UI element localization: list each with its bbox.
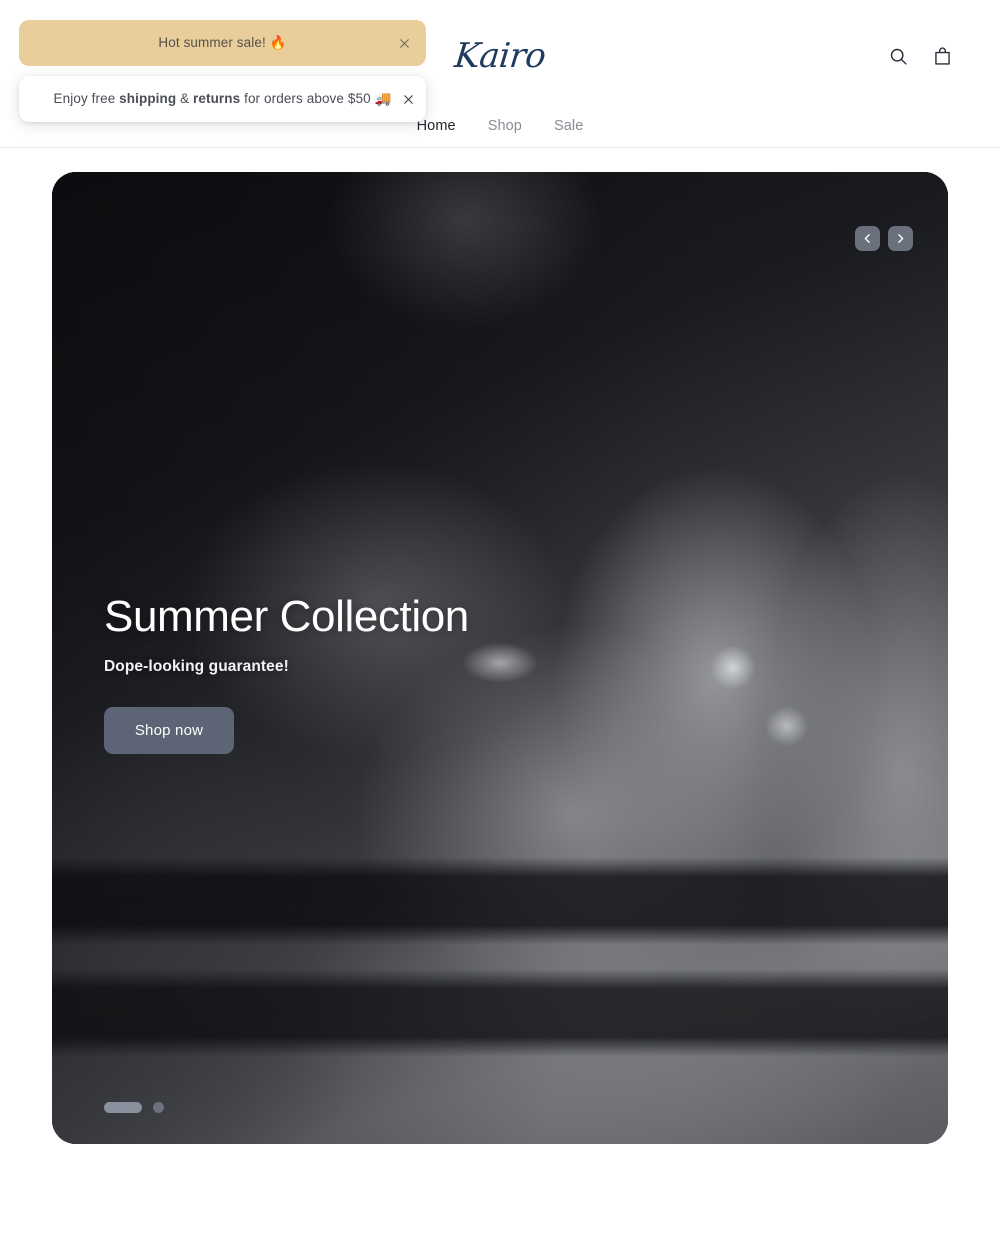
- toast-free-shipping: Enjoy free shipping & returns for orders…: [19, 76, 426, 122]
- carousel-dot-2[interactable]: [153, 1102, 164, 1113]
- hero-title: Summer Collection: [104, 592, 469, 641]
- shop-now-button[interactable]: Shop now: [104, 707, 234, 755]
- nav-link-shop[interactable]: Shop: [488, 113, 522, 139]
- toast-shipping-bold-returns: returns: [193, 91, 241, 106]
- carousel-dots: [104, 1102, 164, 1113]
- toast-sale-text: Hot summer sale! 🔥: [158, 35, 287, 50]
- toast-stack: Hot summer sale! 🔥 Enjoy free shipping &…: [19, 20, 426, 122]
- search-icon[interactable]: [886, 44, 910, 68]
- toast-shipping-bold-shipping: shipping: [119, 91, 177, 106]
- hero-content: Summer Collection Dope-looking guarantee…: [104, 592, 624, 755]
- carousel-dot-1[interactable]: [104, 1102, 142, 1113]
- close-icon[interactable]: [394, 33, 414, 53]
- close-icon[interactable]: [398, 89, 418, 109]
- hero-subtitle: Dope-looking guarantee!: [104, 658, 289, 676]
- toast-shipping-text: Enjoy free shipping & returns for orders…: [53, 91, 392, 106]
- shopping-bag-icon[interactable]: [930, 44, 954, 68]
- nav-link-sale[interactable]: Sale: [554, 113, 583, 139]
- chevron-right-icon[interactable]: [888, 226, 913, 251]
- carousel-nav: [855, 226, 913, 251]
- hero-carousel: Summer Collection Dope-looking guarantee…: [52, 172, 948, 1144]
- toast-hot-summer-sale: Hot summer sale! 🔥: [19, 20, 426, 66]
- header-actions: [886, 44, 954, 68]
- chevron-left-icon[interactable]: [855, 226, 880, 251]
